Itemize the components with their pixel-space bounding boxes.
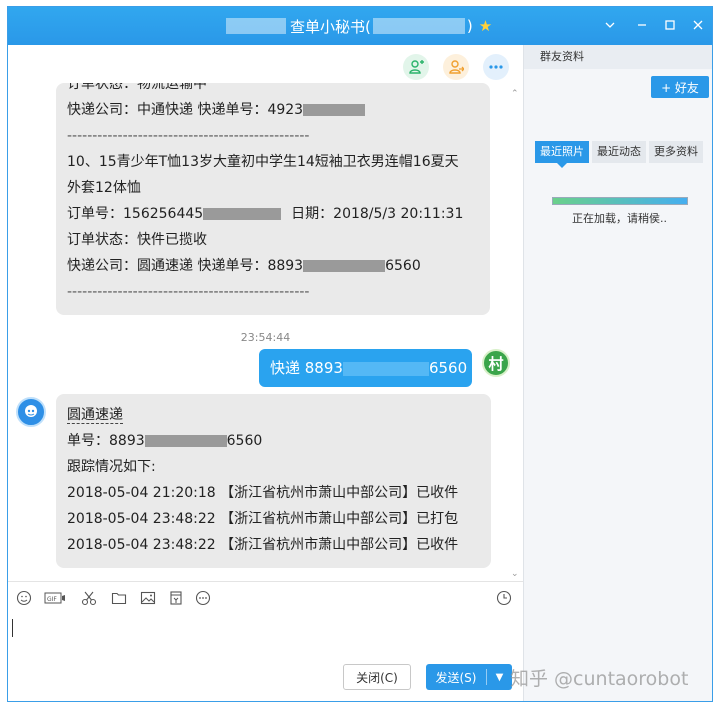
tab-recent-photos[interactable]: 最近照片 xyxy=(535,141,589,168)
scroll-down-icon[interactable]: ⌄ xyxy=(511,569,519,579)
bot-avatar[interactable] xyxy=(16,397,46,427)
progress-fill xyxy=(553,198,687,204)
tracking-suffix: 6560 xyxy=(226,433,263,449)
tracking-number: 单号：8893 xyxy=(67,433,145,449)
redacted-block xyxy=(226,18,286,34)
redacted-block xyxy=(303,104,366,116)
tab-more-info[interactable]: 更多资料 xyxy=(649,141,703,163)
calendar-icon[interactable] xyxy=(167,589,185,607)
loading-text: 正在加载，请稍侯.. xyxy=(572,212,667,225)
divider: ----------------------------------------… xyxy=(67,284,310,300)
chat-history[interactable]: 订单状态：物流运输中 快递公司：中通快递 快递单号：4923 ---------… xyxy=(8,45,523,581)
order-number: 订单号：156256445 xyxy=(67,206,204,222)
tracking-event: 2018-05-04 23:48:22 【浙江省杭州市萧山中部公司】已收件 xyxy=(67,537,459,553)
redacted-block xyxy=(372,18,465,34)
order-number-line: 订单号：156256445 日期：2018/5/3 20:11:31 xyxy=(56,201,490,227)
message-input[interactable] xyxy=(8,611,523,663)
sent-message-bubble: 快递 8893 6560 xyxy=(259,349,472,387)
transfer-member-icon[interactable] xyxy=(443,54,469,80)
message-bubble: 圆通速递 单号：8893 6560 跟踪情况如下: 2018-05-04 21:2… xyxy=(56,394,491,568)
avatar[interactable]: 村 xyxy=(482,349,510,377)
item-title-line: 10、15青少年T恤13岁大童初中学生14短袖卫衣男连帽16夏天 xyxy=(67,154,459,170)
divider: ----------------------------------------… xyxy=(67,128,310,144)
order-status-line: 订单状态：物流运输中 xyxy=(67,83,207,92)
tab-recent-activity[interactable]: 最近动态 xyxy=(592,141,646,163)
tracking-header: 跟踪情况如下: xyxy=(67,459,156,475)
title-suffix: ) xyxy=(466,17,473,35)
express-suffix: 6560 xyxy=(385,258,421,274)
close-button[interactable]: 关闭(C) xyxy=(343,664,411,690)
watermark: 知乎 @cuntaorobot xyxy=(510,668,689,690)
history-icon[interactable] xyxy=(495,589,513,607)
send-label[interactable]: 发送(S) xyxy=(426,669,486,686)
express-company[interactable]: 圆通速递 xyxy=(67,407,123,424)
redacted-block xyxy=(342,361,429,376)
express-company-link[interactable]: 圆通速递 xyxy=(56,402,491,428)
chevron-down-icon[interactable] xyxy=(600,15,620,35)
panel-tabs: 最近照片 最近动态 更多资料 xyxy=(535,141,703,168)
order-date: 日期：2018/5/3 20:11:31 xyxy=(291,206,464,222)
chat-window: 查单小秘书( ) ★ 订单状态：物流运输中 快递公司：中通快递 快递单号：492… xyxy=(7,6,713,702)
sent-suffix: 6560 xyxy=(428,359,468,377)
tracking-event: 2018-05-04 21:20:18 【浙江省杭州市萧山中部公司】已收件 xyxy=(67,485,459,501)
scroll-up-icon[interactable]: ⌃ xyxy=(511,89,519,99)
message-timestamp: 23:54:44 xyxy=(240,331,291,344)
add-member-icon[interactable] xyxy=(403,54,429,80)
item-title-line: 外套12体恤 xyxy=(67,180,141,196)
express-line: 快递公司：圆通速递 快递单号：8893 6560 xyxy=(56,253,490,279)
order-status-line: 订单状态：快件已揽收 xyxy=(67,232,207,248)
tracking-event: 2018-05-04 23:48:22 【浙江省杭州市萧山中部公司】已打包 xyxy=(67,511,459,527)
sent-text: 快递 8893 xyxy=(270,359,343,377)
svg-text:GIF: GIF xyxy=(47,596,57,603)
redacted-block xyxy=(303,260,386,272)
express-text: 快递公司：圆通速递 快递单号：8893 xyxy=(67,258,304,274)
express-line: 快递公司：中通快递 快递单号：4923 xyxy=(56,97,490,123)
minimize-icon[interactable] xyxy=(632,15,652,35)
window-title: 查单小秘书( ) ★ xyxy=(226,15,492,37)
more-icon[interactable] xyxy=(194,589,212,607)
emoji-icon[interactable] xyxy=(15,589,33,607)
redacted-block xyxy=(144,435,227,447)
panel-title: 群友资料 xyxy=(524,45,712,69)
maximize-icon[interactable] xyxy=(660,15,680,35)
loading-progress-bar xyxy=(552,197,688,205)
image-icon[interactable] xyxy=(139,589,157,607)
avatar-char: 村 xyxy=(488,354,504,373)
text-caret xyxy=(12,619,13,637)
input-toolbar: GIF xyxy=(8,581,523,611)
title-prefix: 查单小秘书( xyxy=(290,17,371,36)
send-button[interactable]: 发送(S) ▼ xyxy=(426,664,512,690)
group-member-panel: 群友资料 + 好友 最近照片 最近动态 更多资料 正在加载，请稍侯.. xyxy=(523,45,712,701)
scissors-icon[interactable] xyxy=(80,589,98,607)
close-icon[interactable] xyxy=(688,15,708,35)
gif-icon[interactable]: GIF xyxy=(44,589,66,607)
redacted-block xyxy=(203,208,282,220)
chevron-down-icon[interactable]: ▼ xyxy=(487,672,512,683)
tracking-number-line: 单号：8893 6560 xyxy=(56,428,491,454)
message-bubble: 订单状态：物流运输中 快递公司：中通快递 快递单号：4923 ---------… xyxy=(56,83,490,315)
express-text: 快递公司：中通快递 快递单号：4923 xyxy=(67,102,304,118)
add-friend-button[interactable]: + 好友 xyxy=(651,76,709,98)
title-bar: 查单小秘书( ) ★ xyxy=(8,7,712,45)
more-options-icon[interactable] xyxy=(483,54,509,80)
folder-icon[interactable] xyxy=(110,589,128,607)
star-icon[interactable]: ★ xyxy=(479,17,492,35)
